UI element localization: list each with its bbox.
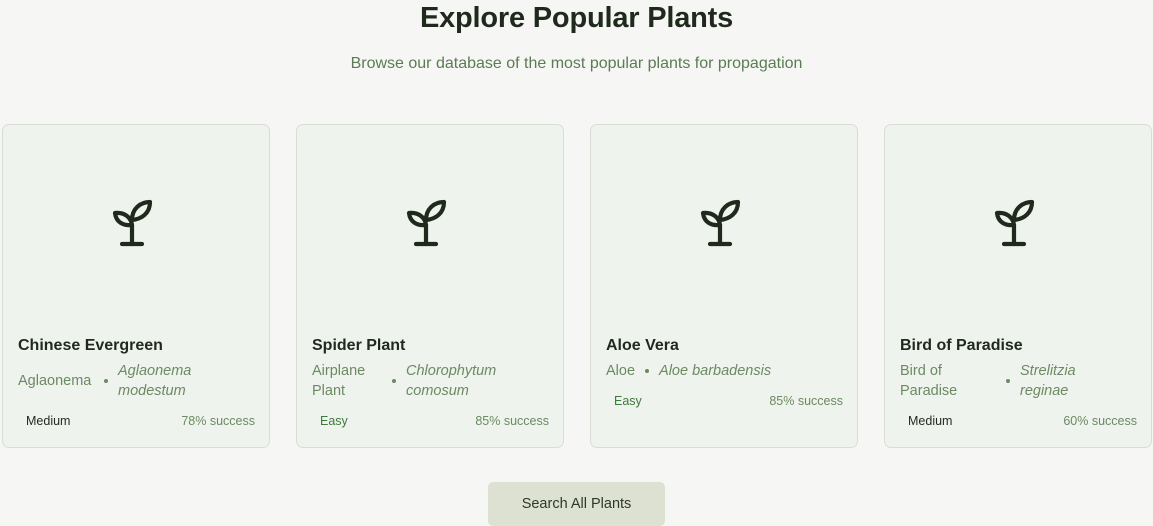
common-name: Bird of Paradise [900, 363, 958, 399]
plant-card-spider-plant[interactable]: Spider Plant Airplane Plant Chlorophytum… [296, 124, 564, 448]
separator-dot [645, 369, 650, 373]
plant-names-row: Aglaonema Aglaonema modestum [18, 361, 258, 401]
sprout-icon [700, 199, 741, 247]
plant-card-grid: Chinese Evergreen Aglaonema Aglaonema mo… [2, 124, 1153, 450]
plant-card-bird-of-paradise[interactable]: Bird of Paradise Bird of Paradise Streli… [884, 124, 1152, 448]
common-name: Aglaonema [18, 373, 92, 389]
difficulty-badge: Easy [320, 414, 348, 428]
difficulty-badge: Medium [908, 414, 953, 428]
scientific-name: Aglaonema modestum [118, 363, 192, 399]
scientific-name: Strelitzia reginae [1020, 363, 1076, 399]
plant-names-row: Aloe Aloe barbadensis [606, 361, 846, 381]
plant-card-aloe-vera[interactable]: Aloe Vera Aloe Aloe barbadensis Easy 85%… [590, 124, 858, 448]
page-title: Explore Popular Plants [419, 2, 734, 34]
success-rate: 78% success [181, 414, 255, 428]
success-rate: 85% success [769, 394, 843, 408]
plant-names-row: Airplane Plant Chlorophytum comosum [312, 361, 552, 401]
plant-name: Bird of Paradise [900, 337, 1023, 354]
separator-dot [392, 379, 396, 383]
separator-dot [1006, 379, 1010, 383]
plant-names-row: Bird of Paradise Strelitzia reginae [900, 361, 1140, 401]
difficulty-badge: Easy [614, 394, 642, 408]
page-subtitle: Browse our database of the most popular … [350, 55, 803, 72]
success-rate: 85% success [475, 414, 549, 428]
sprout-icon [112, 199, 153, 247]
plant-name: Spider Plant [312, 337, 406, 354]
sprout-icon [406, 199, 447, 247]
scientific-name: Chlorophytum comosum [406, 363, 497, 399]
common-name: Airplane Plant [312, 363, 366, 399]
plant-name: Chinese Evergreen [18, 337, 163, 354]
common-name: Aloe [606, 363, 636, 379]
success-rate: 60% success [1063, 414, 1137, 428]
difficulty-badge: Medium [26, 414, 71, 428]
scientific-name: Aloe barbadensis [659, 363, 772, 379]
search-all-plants-button[interactable]: Search All Plants [488, 482, 665, 526]
plant-name: Aloe Vera [606, 337, 679, 354]
sprout-icon [994, 199, 1035, 247]
popular-plants-section: Explore Popular Plants Browse our databa… [0, 0, 1153, 526]
separator-dot [104, 379, 108, 383]
plant-card-chinese-evergreen[interactable]: Chinese Evergreen Aglaonema Aglaonema mo… [2, 124, 270, 448]
